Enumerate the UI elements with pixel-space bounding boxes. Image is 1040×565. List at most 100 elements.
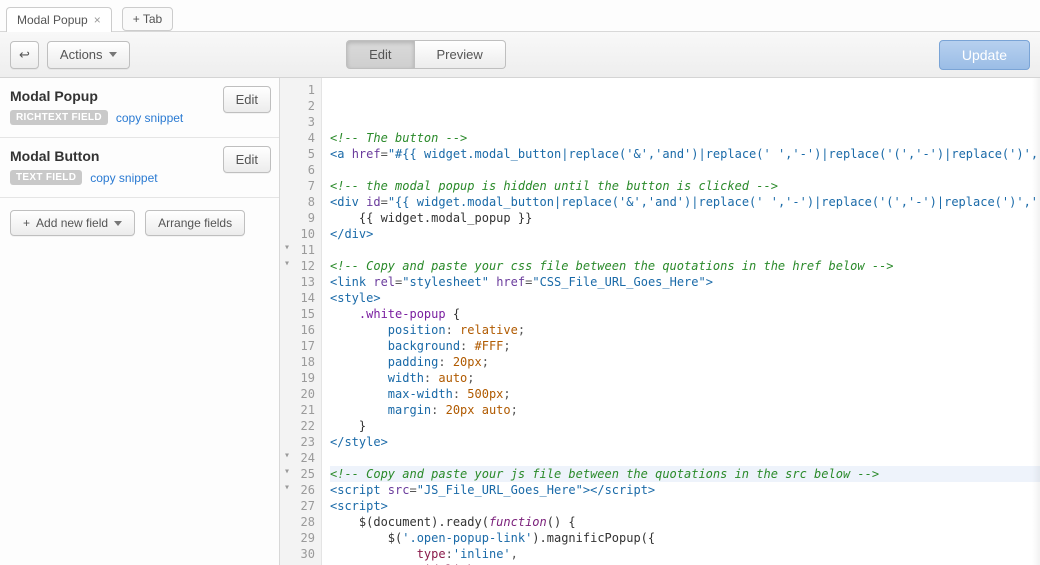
field-edit-button[interactable]: Edit xyxy=(223,146,271,173)
code-line: type:'inline', xyxy=(330,546,1040,562)
field-edit-label: Edit xyxy=(236,152,258,167)
code-line: <a href="#{{ widget.modal_button|replace… xyxy=(330,146,1040,162)
code-line: width: auto; xyxy=(330,370,1040,386)
code-line: $(document).ready(function() { xyxy=(330,514,1040,530)
add-new-field-label: Add new field xyxy=(36,216,108,230)
code-line: {{ widget.modal_popup }} xyxy=(330,210,1040,226)
code-line: <div id="{{ widget.modal_button|replace(… xyxy=(330,194,1040,210)
back-button[interactable]: ↩ xyxy=(10,41,39,69)
fold-toggle-icon[interactable]: ▾ xyxy=(282,483,292,493)
line-number: 15 xyxy=(280,306,315,322)
line-number: 2 xyxy=(280,98,315,114)
line-gutter: 1234567891011▾12▾13141516171819202122232… xyxy=(280,78,322,565)
preview-tab-label: Preview xyxy=(437,47,483,62)
line-number: 29 xyxy=(280,530,315,546)
line-number: 26▾ xyxy=(280,482,315,498)
line-number: 24▾ xyxy=(280,450,315,466)
line-number: 20 xyxy=(280,386,315,402)
scroll-shadow xyxy=(1032,78,1040,565)
edit-tab-label: Edit xyxy=(369,47,391,62)
code-line: $('.open-popup-link').magnificPopup({ xyxy=(330,530,1040,546)
field-block: Modal ButtonTEXT FIELDcopy snippetEdit xyxy=(0,138,279,198)
line-number: 4 xyxy=(280,130,315,146)
code-line xyxy=(330,162,1040,178)
sidebar: Modal PopupRICHTEXT FIELDcopy snippetEdi… xyxy=(0,78,280,565)
edit-tab[interactable]: Edit xyxy=(346,40,414,69)
code-line: <!-- the modal popup is hidden until the… xyxy=(330,178,1040,194)
code-line: max-width: 500px; xyxy=(330,386,1040,402)
fold-toggle-icon[interactable]: ▾ xyxy=(282,259,292,269)
line-number: 22 xyxy=(280,418,315,434)
line-number: 28 xyxy=(280,514,315,530)
line-number: 13 xyxy=(280,274,315,290)
line-number: 17 xyxy=(280,338,315,354)
sidebar-actions: + Add new field Arrange fields xyxy=(0,198,279,248)
tab-bar: Modal Popup × + Tab xyxy=(0,0,1040,32)
add-tab-button[interactable]: + Tab xyxy=(122,7,173,31)
fold-toggle-icon[interactable]: ▾ xyxy=(282,451,292,461)
line-number: 25▾ xyxy=(280,466,315,482)
line-number: 11▾ xyxy=(280,242,315,258)
code-editor[interactable]: 1234567891011▾12▾13141516171819202122232… xyxy=(280,78,1040,565)
main-split: Modal PopupRICHTEXT FIELDcopy snippetEdi… xyxy=(0,78,1040,565)
update-label: Update xyxy=(962,47,1007,63)
arrange-fields-button[interactable]: Arrange fields xyxy=(145,210,245,236)
line-number: 23 xyxy=(280,434,315,450)
line-number: 9 xyxy=(280,210,315,226)
line-number: 14 xyxy=(280,290,315,306)
add-tab-label: + Tab xyxy=(133,12,162,26)
fields-list: Modal PopupRICHTEXT FIELDcopy snippetEdi… xyxy=(0,78,279,198)
line-number: 10 xyxy=(280,226,315,242)
code-area[interactable]: <!-- The button --><a href="#{{ widget.m… xyxy=(322,78,1040,565)
code-line: <!-- The button --> xyxy=(330,130,1040,146)
code-line: <link rel="stylesheet" href="CSS_File_UR… xyxy=(330,274,1040,290)
actions-dropdown[interactable]: Actions xyxy=(47,41,130,69)
code-line: position: relative; xyxy=(330,322,1040,338)
chevron-down-icon xyxy=(109,52,117,57)
line-number: 7 xyxy=(280,178,315,194)
field-type-badge: TEXT FIELD xyxy=(10,170,82,185)
field-type-badge: RICHTEXT FIELD xyxy=(10,110,108,125)
line-number: 3 xyxy=(280,114,315,130)
code-line: </style> xyxy=(330,434,1040,450)
add-new-field-button[interactable]: + Add new field xyxy=(10,210,135,236)
field-block: Modal PopupRICHTEXT FIELDcopy snippetEdi… xyxy=(0,78,279,138)
toolbar: ↩ Actions Edit Preview Update xyxy=(0,32,1040,78)
field-edit-button[interactable]: Edit xyxy=(223,86,271,113)
line-number: 21 xyxy=(280,402,315,418)
actions-label: Actions xyxy=(60,47,103,62)
line-number: 16 xyxy=(280,322,315,338)
code-line: <script src="JS_File_URL_Goes_Here"></sc… xyxy=(330,482,1040,498)
line-number: 27 xyxy=(280,498,315,514)
fold-toggle-icon[interactable]: ▾ xyxy=(282,243,292,253)
code-line: </div> xyxy=(330,226,1040,242)
chevron-down-icon xyxy=(114,221,122,226)
line-number: 5 xyxy=(280,146,315,162)
code-line: <style> xyxy=(330,290,1040,306)
plus-icon: + xyxy=(23,216,30,230)
preview-tab[interactable]: Preview xyxy=(415,40,506,69)
copy-snippet-link[interactable]: copy snippet xyxy=(90,171,157,185)
code-line: margin: 20px auto; xyxy=(330,402,1040,418)
line-number: 8 xyxy=(280,194,315,210)
field-edit-label: Edit xyxy=(236,92,258,107)
copy-snippet-link[interactable]: copy snippet xyxy=(116,111,183,125)
edit-preview-segmented: Edit Preview xyxy=(346,40,506,69)
app-root: Modal Popup × + Tab ↩ Actions Edit Previ… xyxy=(0,0,1040,565)
arrange-fields-label: Arrange fields xyxy=(158,216,232,230)
line-number: 12▾ xyxy=(280,258,315,274)
code-line: .white-popup { xyxy=(330,306,1040,322)
update-button[interactable]: Update xyxy=(939,40,1030,70)
close-icon[interactable]: × xyxy=(94,14,101,26)
code-line xyxy=(330,450,1040,466)
line-number: 18 xyxy=(280,354,315,370)
toolbar-left: ↩ Actions xyxy=(10,41,130,69)
code-line: <!-- Copy and paste your css file betwee… xyxy=(330,258,1040,274)
code-line: <script> xyxy=(330,498,1040,514)
code-line xyxy=(330,242,1040,258)
fold-toggle-icon[interactable]: ▾ xyxy=(282,467,292,477)
tab-modal-popup[interactable]: Modal Popup × xyxy=(6,7,112,32)
line-number: 19 xyxy=(280,370,315,386)
back-arrow-icon: ↩ xyxy=(19,47,30,63)
line-number: 6 xyxy=(280,162,315,178)
